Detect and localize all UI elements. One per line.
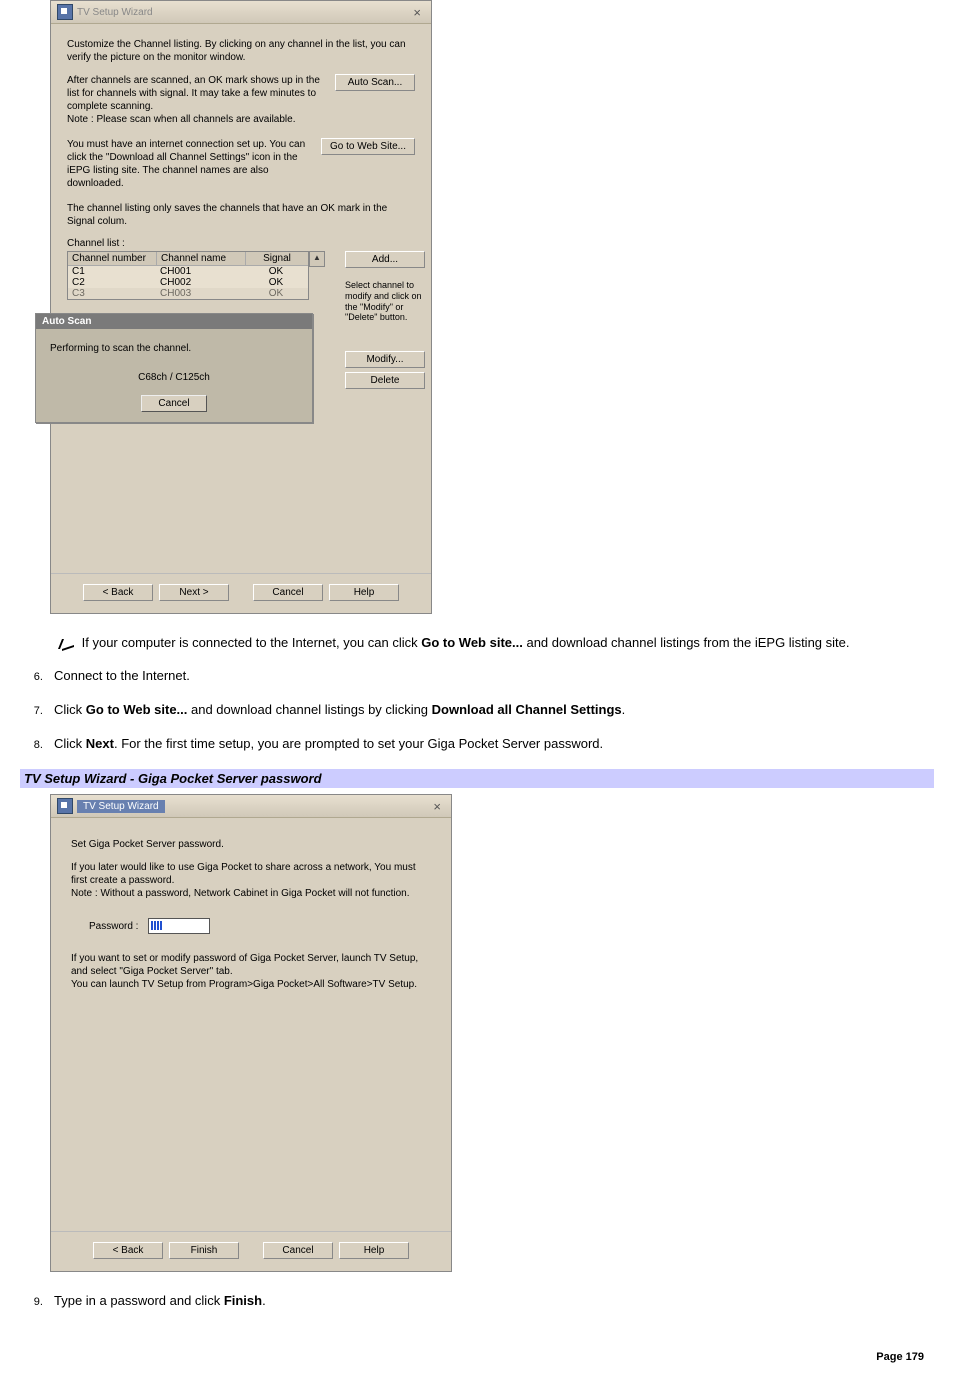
intro-text: Customize the Channel listing. By clicki… bbox=[67, 38, 415, 64]
channel-table[interactable]: Channel number Channel name Signal C1 CH… bbox=[67, 251, 309, 300]
screenshot-password: TV Setup Wizard × Set Giga Pocket Server… bbox=[50, 794, 452, 1272]
delete-button[interactable]: Delete bbox=[345, 372, 425, 389]
add-button[interactable]: Add... bbox=[345, 251, 425, 268]
titlebar: TV Setup Wizard × bbox=[51, 1, 431, 24]
finish-button[interactable]: Finish bbox=[169, 1242, 239, 1259]
password-input[interactable] bbox=[148, 918, 210, 934]
screenshot-channel-listing: TV Setup Wizard × Customize the Channel … bbox=[50, 0, 432, 614]
auto-scan-cancel-button[interactable]: Cancel bbox=[141, 395, 206, 412]
back-button[interactable]: < Back bbox=[93, 1242, 163, 1259]
pw-line2: If you later would like to use Giga Pock… bbox=[71, 861, 431, 900]
back-button[interactable]: < Back bbox=[83, 584, 153, 601]
pw-line3: If you want to set or modify password of… bbox=[71, 952, 431, 991]
cancel-button[interactable]: Cancel bbox=[253, 584, 323, 601]
section-heading-password: TV Setup Wizard - Giga Pocket Server pas… bbox=[20, 769, 934, 788]
step-9: Type in a password and click Finish. bbox=[46, 1292, 934, 1310]
cancel-button[interactable]: Cancel bbox=[263, 1242, 333, 1259]
app-icon bbox=[57, 798, 73, 814]
auto-scan-dialog: Auto Scan Performing to scan the channel… bbox=[35, 313, 313, 423]
window-title: TV Setup Wizard bbox=[77, 800, 165, 813]
col-header-number: Channel number bbox=[68, 252, 157, 265]
select-text: Select channel to modify and click on th… bbox=[345, 280, 425, 323]
save-text: The channel listing only saves the chann… bbox=[67, 202, 415, 228]
next-button[interactable]: Next > bbox=[159, 584, 229, 601]
app-icon bbox=[57, 4, 73, 20]
titlebar: TV Setup Wizard × bbox=[51, 795, 451, 818]
table-row: C1 CH001 OK bbox=[68, 266, 308, 277]
scan-text: After channels are scanned, an OK mark s… bbox=[67, 74, 327, 126]
auto-scan-button[interactable]: Auto Scan... bbox=[335, 74, 415, 91]
pw-line1: Set Giga Pocket Server password. bbox=[71, 838, 431, 851]
help-button[interactable]: Help bbox=[339, 1242, 409, 1259]
wizard-nav: < Back Finish Cancel Help bbox=[51, 1231, 451, 1271]
note-icon bbox=[56, 635, 78, 653]
col-header-name: Channel name bbox=[157, 252, 246, 265]
table-row: C3 CH003 OK bbox=[68, 288, 308, 299]
auto-scan-progress: C68ch / C125ch bbox=[50, 372, 298, 383]
close-icon[interactable]: × bbox=[429, 799, 445, 814]
go-to-website-button[interactable]: Go to Web Site... bbox=[321, 138, 415, 155]
window-title: TV Setup Wizard bbox=[77, 7, 153, 18]
password-label: Password : bbox=[89, 921, 138, 932]
wizard-nav: < Back Next > Cancel Help bbox=[51, 573, 431, 613]
help-button[interactable]: Help bbox=[329, 584, 399, 601]
note-paragraph: If your computer is connected to the Int… bbox=[56, 634, 934, 653]
step-8: Click Next. For the first time setup, yo… bbox=[46, 735, 934, 753]
step-6: Connect to the Internet. bbox=[46, 667, 934, 685]
col-header-signal: Signal bbox=[246, 252, 308, 265]
auto-scan-text: Performing to scan the channel. bbox=[50, 343, 298, 354]
auto-scan-title: Auto Scan bbox=[36, 314, 312, 329]
step-7: Click Go to Web site... and download cha… bbox=[46, 701, 934, 719]
close-icon[interactable]: × bbox=[409, 5, 425, 20]
scroll-up-icon[interactable]: ▲ bbox=[309, 251, 325, 267]
web-text: You must have an internet connection set… bbox=[67, 138, 313, 190]
table-row: C2 CH002 OK bbox=[68, 277, 308, 288]
modify-button[interactable]: Modify... bbox=[345, 351, 425, 368]
page-number: Page 179 bbox=[20, 1351, 934, 1363]
channel-list-label: Channel list : bbox=[67, 238, 415, 249]
